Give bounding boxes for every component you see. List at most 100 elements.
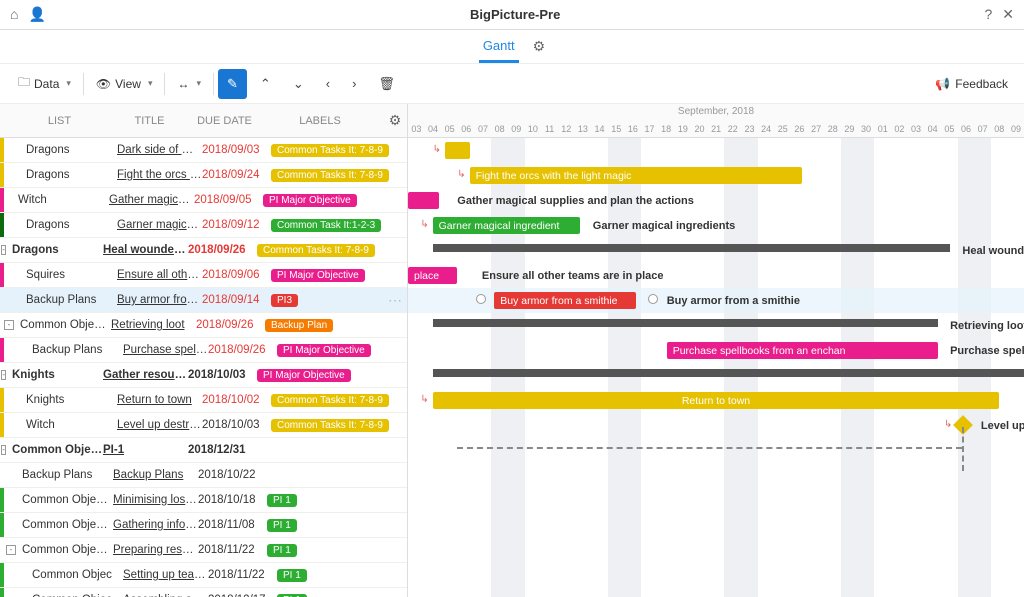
- label-chip[interactable]: PI 1: [267, 544, 297, 557]
- day-cell: 16: [625, 120, 642, 138]
- label-chip[interactable]: PI 1: [277, 569, 307, 582]
- row-title[interactable]: Gathering informati: [113, 519, 198, 531]
- fit-dropdown[interactable]: ↔: [169, 72, 209, 96]
- column-labels[interactable]: LABELS: [257, 115, 383, 127]
- table-row[interactable]: -KnightsGather resources f2018/10/03PI M…: [0, 363, 407, 388]
- row-title[interactable]: Heal wounded hero: [103, 244, 188, 256]
- row-title[interactable]: Return to town: [117, 394, 202, 406]
- gantt-bar[interactable]: [445, 142, 470, 159]
- row-actions-icon[interactable]: ⋯: [388, 292, 403, 309]
- table-row[interactable]: DragonsGarner magical ing2018/09/12Commo…: [0, 213, 407, 238]
- label-chip[interactable]: PI 1: [267, 494, 297, 507]
- move-down-button[interactable]: ⌄: [284, 69, 313, 99]
- view-dropdown[interactable]: 👁 View: [88, 72, 161, 96]
- home-icon[interactable]: ⌂: [10, 6, 18, 23]
- day-cell: 03: [408, 120, 425, 138]
- table-row[interactable]: WitchGather magical sup2018/09/05PI Majo…: [0, 188, 407, 213]
- gantt-bar[interactable]: [408, 192, 439, 209]
- grid-settings-icon[interactable]: ⚙: [383, 112, 407, 129]
- row-title[interactable]: Ensure all other te: [117, 269, 202, 281]
- prev-button[interactable]: ‹: [317, 69, 339, 98]
- label-chip[interactable]: PI Major Objective: [277, 344, 371, 357]
- row-title[interactable]: Purchase spellboo: [123, 344, 208, 356]
- row-title[interactable]: Dark side of moon: [117, 144, 202, 156]
- row-title[interactable]: Retrieving loot: [111, 319, 196, 331]
- row-title[interactable]: Backup Plans: [113, 469, 198, 481]
- row-title[interactable]: Minimising losses: [113, 494, 198, 506]
- row-title[interactable]: Gather resources f: [103, 369, 188, 381]
- tab-gantt[interactable]: Gantt: [479, 31, 519, 63]
- label-chip[interactable]: PI 1: [277, 594, 307, 597]
- row-title[interactable]: Buy armor from a s: [117, 294, 202, 306]
- row-title[interactable]: PI-1: [103, 444, 188, 456]
- expander[interactable]: -: [1, 370, 6, 380]
- gantt-bar[interactable]: [433, 369, 1024, 377]
- label-chip[interactable]: Common Tasks It: 7-8-9: [257, 244, 375, 257]
- table-row[interactable]: KnightsReturn to town2018/10/02Common Ta…: [0, 388, 407, 413]
- label-chip[interactable]: Common Task It:1-2-3: [271, 219, 381, 232]
- label-chip[interactable]: PI Major Objective: [263, 194, 357, 207]
- gantt-bar[interactable]: place: [408, 267, 457, 284]
- table-row[interactable]: DragonsDark side of moon2018/09/03Common…: [0, 138, 407, 163]
- gantt-row: Buy armor from a smithieBuy armor from a…: [408, 288, 1024, 313]
- delete-button[interactable]: 🗑: [369, 69, 404, 99]
- table-row[interactable]: DragonsFight the orcs with2018/09/24Comm…: [0, 163, 407, 188]
- task-checkbox[interactable]: [476, 294, 486, 304]
- table-row[interactable]: Common ObjecSetting up teams2018/11/22PI…: [0, 563, 407, 588]
- label-chip[interactable]: Common Tasks It: 7-8-9: [271, 144, 389, 157]
- gantt-bar[interactable]: [433, 319, 938, 327]
- table-row[interactable]: Backup PlansBackup Plans2018/10/22: [0, 463, 407, 488]
- column-due-date[interactable]: DUE DATE: [192, 115, 257, 127]
- row-title[interactable]: Fight the orcs with: [117, 169, 202, 181]
- row-title[interactable]: Gather magical sup: [109, 194, 194, 206]
- table-row[interactable]: Common ObjecAssembling a party2018/12/17…: [0, 588, 407, 597]
- table-row[interactable]: -Common ObjectivePI-12018/12/31: [0, 438, 407, 463]
- gantt-bar[interactable]: Garner magical ingredient: [433, 217, 581, 234]
- table-row[interactable]: SquiresEnsure all other te2018/09/06PI M…: [0, 263, 407, 288]
- table-row[interactable]: Backup PlansBuy armor from a s2018/09/14…: [0, 288, 407, 313]
- row-labels: PI Major Objective: [273, 344, 407, 357]
- expander[interactable]: -: [1, 445, 6, 455]
- label-chip[interactable]: PI3: [271, 294, 298, 307]
- gantt-bar-label: Garner magical ingredients: [593, 217, 735, 234]
- table-row[interactable]: -Common ObjectivPreparing resource2018/1…: [0, 538, 407, 563]
- table-row[interactable]: WitchLevel up destructic2018/10/03Common…: [0, 413, 407, 438]
- label-chip[interactable]: Backup Plan: [265, 319, 333, 332]
- expander[interactable]: -: [4, 320, 14, 330]
- gantt-bar[interactable]: Purchase spellbooks from an enchan: [667, 342, 938, 359]
- user-icon[interactable]: 👤: [28, 6, 45, 23]
- row-title[interactable]: Garner magical ing: [117, 219, 202, 231]
- gantt-row: Heal wounded heroes: [408, 238, 1024, 263]
- row-title[interactable]: Setting up teams: [123, 569, 208, 581]
- tab-settings-icon[interactable]: ⚙: [533, 38, 546, 55]
- gantt-bar[interactable]: Buy armor from a smithie: [494, 292, 636, 309]
- label-chip[interactable]: Common Tasks It: 7-8-9: [271, 419, 389, 432]
- next-button[interactable]: ›: [343, 69, 365, 98]
- expander[interactable]: -: [6, 545, 16, 555]
- move-up-button[interactable]: ⌃: [251, 69, 280, 99]
- feedback-button[interactable]: 📢 Feedback: [935, 77, 1014, 91]
- column-title[interactable]: TITLE: [107, 115, 192, 127]
- label-chip[interactable]: Common Tasks It: 7-8-9: [271, 394, 389, 407]
- label-chip[interactable]: PI Major Objective: [257, 369, 351, 382]
- close-icon[interactable]: ✕: [1002, 6, 1014, 23]
- table-row[interactable]: Common ObjectivGathering informati2018/1…: [0, 513, 407, 538]
- label-chip[interactable]: Common Tasks It: 7-8-9: [271, 169, 389, 182]
- expander[interactable]: -: [1, 245, 6, 255]
- table-row[interactable]: Backup PlansPurchase spellboo2018/09/26P…: [0, 338, 407, 363]
- table-row[interactable]: Common ObjectivMinimising losses2018/10/…: [0, 488, 407, 513]
- row-title[interactable]: Preparing resource: [113, 544, 198, 556]
- label-chip[interactable]: PI Major Objective: [271, 269, 365, 282]
- table-row[interactable]: -Common ObjectivRetrieving loot2018/09/2…: [0, 313, 407, 338]
- label-chip[interactable]: PI 1: [267, 519, 297, 532]
- row-title[interactable]: Level up destructic: [117, 419, 202, 431]
- gantt-bar[interactable]: Return to town: [433, 392, 1000, 409]
- gantt-bar[interactable]: [433, 244, 950, 252]
- table-row[interactable]: -DragonsHeal wounded hero2018/09/26Commo…: [0, 238, 407, 263]
- column-list[interactable]: LIST: [12, 115, 107, 127]
- task-checkbox[interactable]: [648, 294, 658, 304]
- help-icon[interactable]: ?: [984, 6, 992, 23]
- edit-button[interactable]: ✎: [218, 69, 247, 99]
- data-dropdown[interactable]: 🗀 Data: [10, 68, 79, 99]
- gantt-bar[interactable]: Fight the orcs with the light magic: [470, 167, 803, 184]
